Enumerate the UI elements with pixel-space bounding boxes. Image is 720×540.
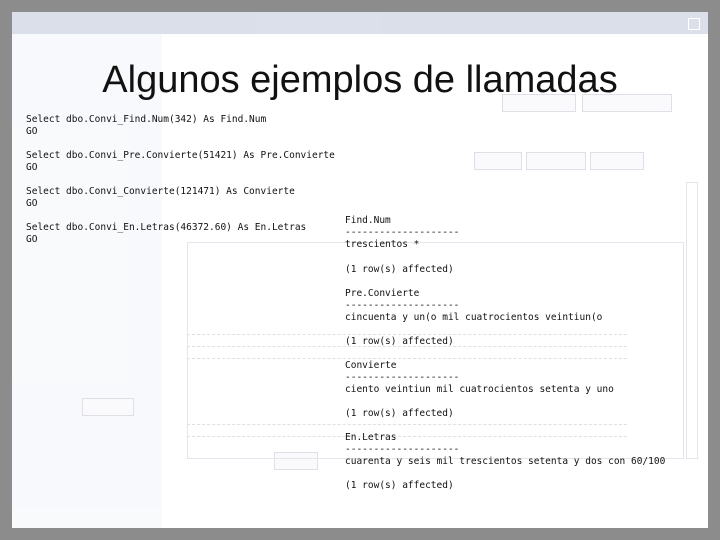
result-separator: -------------------- <box>345 372 460 383</box>
toolbar-button-ghost <box>474 152 522 170</box>
result-column-name: Convierte <box>345 360 397 371</box>
result-separator: -------------------- <box>345 227 460 238</box>
query-statement: Select dbo.Convi_Convierte(121471) As Co… <box>26 186 295 197</box>
toolbar-button-ghost <box>526 152 586 170</box>
query-statement: Select dbo.Convi_En.Letras(46372.60) As … <box>26 222 307 233</box>
result-value: ciento veintiun mil cuatrocientos setent… <box>345 384 614 395</box>
result-row-count: (1 row(s) affected) <box>345 480 454 491</box>
query-statement: Select dbo.Convi_Pre.Convierte(51421) As… <box>26 150 335 161</box>
query-go: GO <box>26 198 38 209</box>
result-column-name: Find.Num <box>345 215 391 226</box>
result-separator: -------------------- <box>345 300 460 311</box>
result-value: cuarenta y seis mil trescientos setenta … <box>345 456 666 467</box>
result-row-count: (1 row(s) affected) <box>345 408 454 419</box>
query-go: GO <box>26 234 38 245</box>
scrollbar <box>686 182 698 459</box>
slide-title: Algunos ejemplos de llamadas <box>102 59 618 101</box>
query-go: GO <box>26 162 38 173</box>
result-separator: -------------------- <box>345 444 460 455</box>
divider <box>187 424 627 425</box>
toolbar-button-ghost <box>590 152 644 170</box>
result-value: trescientos * <box>345 239 420 250</box>
query-go: GO <box>26 126 38 137</box>
window-titlebar <box>12 12 708 34</box>
result-row-count: (1 row(s) affected) <box>345 264 454 275</box>
sidebar-panel <box>12 34 162 528</box>
slide: Algunos ejemplos de llamadas Select dbo.… <box>12 12 708 528</box>
result-column-name: Pre.Convierte <box>345 288 420 299</box>
query-statement: Select dbo.Convi_Find.Num(342) As Find.N… <box>26 114 267 125</box>
exit-button-ghost <box>82 398 134 416</box>
result-row-count: (1 row(s) affected) <box>345 336 454 347</box>
result-value: cincuenta y un(o mil cuatrocientos veint… <box>345 312 603 323</box>
divider <box>187 334 627 335</box>
divider <box>187 358 627 359</box>
close-icon <box>688 18 700 30</box>
result-column-name: En.Letras <box>345 432 397 443</box>
divider <box>187 436 627 437</box>
